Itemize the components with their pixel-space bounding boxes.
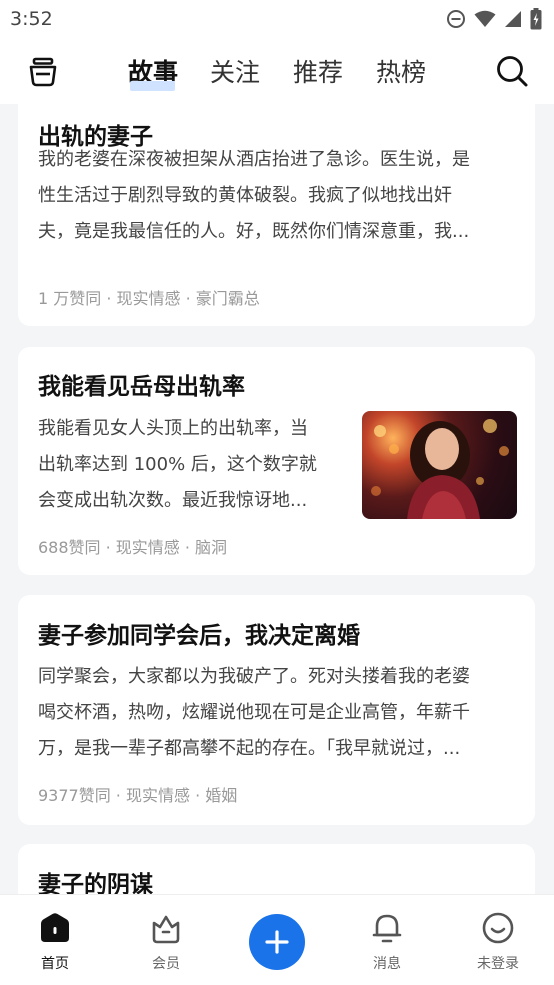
- story-excerpt: 同学聚会，大家都以为我破产了。死对头搂着我的老婆 喝交杯酒，热吻，炫耀说他现在可…: [38, 659, 518, 767]
- story-excerpt: 我的老婆在深夜被担架从酒店抬进了急诊。医生说，是 性生活过于剧烈导致的黄体破裂。…: [38, 142, 518, 250]
- excerpt-line: 同学聚会，大家都以为我破产了。死对头搂着我的老婆: [38, 666, 470, 687]
- status-bar: 3:52: [0, 0, 554, 38]
- story-meta: 688赞同 · 现实情感 · 脑洞: [38, 538, 228, 557]
- nav-label: 未登录: [477, 956, 519, 972]
- excerpt-line: 我的老婆在深夜被担架从酒店抬进了急诊。医生说，是: [38, 149, 470, 170]
- signal-icon: [505, 11, 521, 27]
- excerpt-line: 万，是我一辈子都高攀不起的存在。「我早就说过，...: [38, 738, 461, 759]
- tab-hot-list[interactable]: 热榜: [376, 53, 426, 89]
- bottom-nav: 首页 会员 消息 未登录: [0, 894, 554, 985]
- bell-icon: [370, 911, 404, 945]
- story-meta: 9377赞同 · 现实情感 · 婚姻: [38, 786, 238, 805]
- story-cover-image: [362, 411, 517, 519]
- plus-icon: [265, 930, 289, 954]
- story-feed: 出轨的妻子 我的老婆在深夜被担架从酒店抬进了急诊。医生说，是 性生活过于剧烈导致…: [0, 104, 554, 894]
- excerpt-line: 性生活过于剧烈导致的黄体破裂。我疯了似地找出奸: [38, 185, 452, 206]
- excerpt-line: 喝交杯酒，热吻，炫耀说他现在可是企业高管，年薪千: [38, 702, 470, 723]
- status-icons: [446, 8, 542, 30]
- nav-tabs: 故事 关注 推荐 热榜: [0, 38, 554, 104]
- excerpt-line: 我能看见女人头顶上的出轨率，当: [38, 418, 308, 439]
- story-card[interactable]: 妻子参加同学会后，我决定离婚 同学聚会，大家都以为我破产了。死对头搂着我的老婆 …: [18, 595, 535, 825]
- excerpt-line: 出轨率达到 100% 后，这个数字就: [38, 454, 317, 475]
- story-card[interactable]: 出轨的妻子 我的老婆在深夜被担架从酒店抬进了急诊。医生说，是 性生活过于剧烈导致…: [18, 104, 535, 326]
- tab-follow[interactable]: 关注: [210, 53, 260, 89]
- search-icon[interactable]: [494, 52, 530, 90]
- nav-profile[interactable]: 未登录: [463, 911, 533, 973]
- nav-label: 消息: [373, 956, 401, 972]
- story-title: 妻子的阴谋: [38, 872, 153, 894]
- do-not-disturb-icon: [447, 10, 465, 28]
- excerpt-line: 会变成出轨次数。最近我惊讶地...: [38, 490, 308, 511]
- nav-home[interactable]: 首页: [20, 911, 90, 973]
- story-title: 我能看见岳母出轨率: [38, 374, 245, 400]
- excerpt-line: 夫，竟是我最信任的人。好，既然你们情深意重，我...: [38, 221, 470, 242]
- story-card[interactable]: 我能看见岳母出轨率 我能看见女人头顶上的出轨率，当 出轨率达到 100% 后，这…: [18, 347, 535, 575]
- vip-icon: [149, 911, 183, 945]
- add-button[interactable]: [249, 914, 305, 970]
- story-card[interactable]: 妻子的阴谋: [18, 844, 535, 894]
- user-icon: [481, 911, 515, 945]
- tab-recommend[interactable]: 推荐: [293, 53, 343, 89]
- status-time: 3:52: [10, 8, 53, 30]
- home-icon: [38, 911, 72, 945]
- nav-label: 会员: [152, 956, 180, 972]
- top-nav: 故事 关注 推荐 热榜: [0, 38, 554, 104]
- story-meta: 1 万赞同 · 现实情感 · 豪门霸总: [38, 289, 260, 308]
- nav-label: 首页: [41, 956, 69, 972]
- nav-messages[interactable]: 消息: [352, 911, 422, 973]
- active-tab-indicator: [130, 81, 175, 91]
- story-excerpt: 我能看见女人头顶上的出轨率，当 出轨率达到 100% 后，这个数字就 会变成出轨…: [38, 411, 338, 519]
- story-title: 妻子参加同学会后，我决定离婚: [38, 623, 360, 649]
- battery-icon: [530, 8, 542, 30]
- nav-vip[interactable]: 会员: [131, 911, 201, 973]
- wifi-icon: [474, 10, 496, 27]
